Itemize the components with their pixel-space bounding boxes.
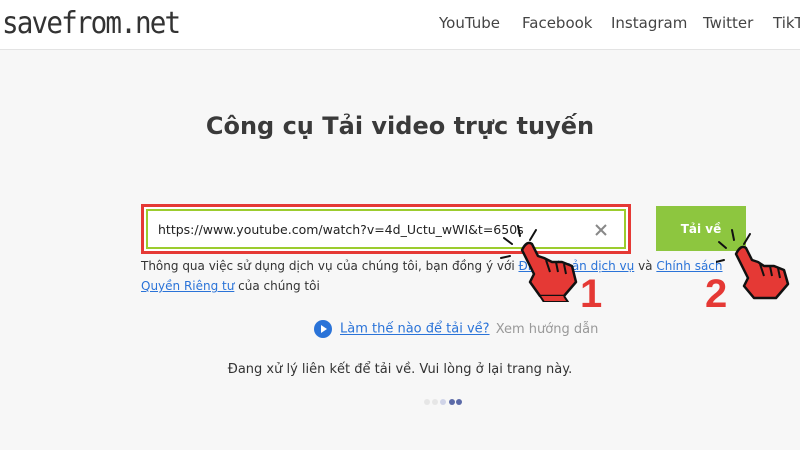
nav-twitter[interactable]: Twitter [703,14,753,32]
nav-facebook[interactable]: Facebook [522,14,592,32]
nav-tiktok[interactable]: TikT [773,14,800,32]
view-guide-text: Xem hướng dẫn [495,321,599,337]
loading-dot [449,399,455,405]
how-to-download-link[interactable]: Làm thế nào để tải về? [340,322,490,337]
help-row: Làm thế nào để tải về? Xem hướng dẫn [314,320,598,338]
terms-prefix: Thông qua việc sử dụng dịch vụ của chúng… [141,259,519,273]
page: savefrom.net YouTube Facebook Instagram … [0,0,800,450]
loading-dot [456,399,462,405]
clear-icon[interactable] [592,221,610,239]
loading-dot [440,399,446,405]
play-icon[interactable] [314,320,332,338]
step-2-label: 2 [705,272,728,316]
terms-notice: Thông qua việc sử dụng dịch vụ của chúng… [141,256,741,296]
terms-suffix: của chúng tôi [234,279,320,293]
terms-mid: và [634,259,657,273]
site-logo[interactable]: savefrom.net [2,6,181,41]
page-title: Công cụ Tải video trực tuyến [205,112,595,140]
nav-youtube[interactable]: YouTube [439,14,500,32]
step-1-label: 1 [580,272,603,316]
loading-dot [432,399,438,405]
nav-instagram[interactable]: Instagram [611,14,687,32]
processing-status: Đang xử lý liên kết để tải về. Vui lòng … [227,362,573,377]
loading-dot [424,399,430,405]
loading-dots [424,399,464,405]
pointer-hand-icon [500,225,578,302]
site-header: savefrom.net YouTube Facebook Instagram … [0,0,800,50]
pointer-hand-icon [716,229,790,300]
